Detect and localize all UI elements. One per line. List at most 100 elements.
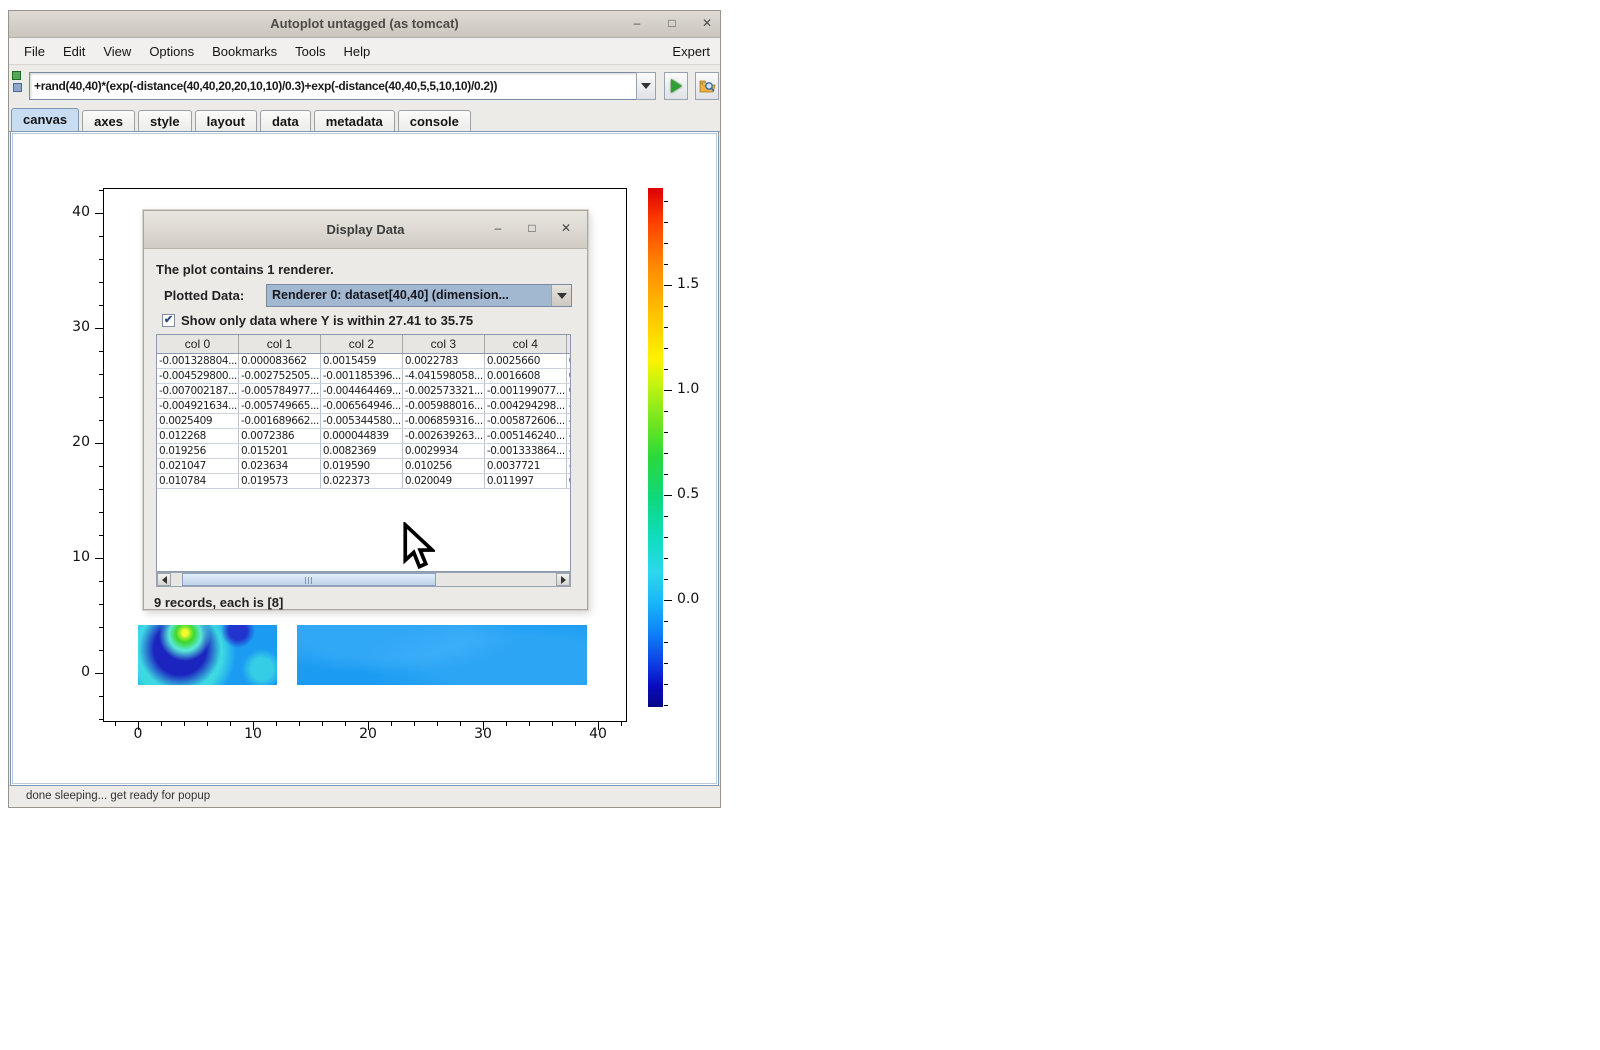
table-header-col-1[interactable]: col 1: [238, 335, 320, 353]
table-cell[interactable]: 0.00: [566, 473, 571, 488]
table-cell[interactable]: 0.0022783: [402, 353, 484, 368]
table-cell[interactable]: 0.00: [566, 368, 571, 383]
table-cell[interactable]: 0.0025409: [157, 413, 238, 428]
table-cell[interactable]: 0.0015459: [320, 353, 402, 368]
table-cell[interactable]: -0.0: [566, 458, 571, 473]
dialog-close-icon[interactable]: ✕: [559, 220, 573, 236]
tab-metadata[interactable]: metadata: [314, 110, 395, 131]
table-cell[interactable]: -0.001333864...: [484, 443, 566, 458]
table-cell[interactable]: -0.006564946...: [320, 398, 402, 413]
tab-layout[interactable]: layout: [195, 110, 257, 131]
table-cell[interactable]: 0.000083662: [238, 353, 320, 368]
uri-dropdown-button[interactable]: [636, 72, 656, 100]
menu-item-tools[interactable]: Tools: [286, 44, 334, 59]
tab-axes[interactable]: axes: [82, 110, 135, 131]
table-cell[interactable]: -0.005344580...: [320, 413, 402, 428]
plotted-data-combobox[interactable]: Renderer 0: dataset[40,40] (dimension...: [266, 284, 572, 307]
window-titlebar[interactable]: Autoplot untagged (as tomcat) – □ ✕: [9, 11, 720, 38]
table-cell[interactable]: 0.000044839: [320, 428, 402, 443]
table-cell[interactable]: -0.004294298...: [484, 398, 566, 413]
table-cell[interactable]: -0.002752505...: [238, 368, 320, 383]
plot-element-icon[interactable]: [12, 71, 21, 80]
table-cell[interactable]: -4.041598058...: [402, 368, 484, 383]
table-cell[interactable]: -0.004921634...: [157, 398, 238, 413]
table-cell[interactable]: -0.001185396...: [320, 368, 402, 383]
table-cell[interactable]: -0.002573321...: [402, 383, 484, 398]
table-cell[interactable]: 0.011997: [484, 473, 566, 488]
table-cell[interactable]: 0.019573: [238, 473, 320, 488]
table-cell[interactable]: -0.0: [566, 398, 571, 413]
table-cell[interactable]: -0.004464469...: [320, 383, 402, 398]
table-cell[interactable]: 0.023634: [238, 458, 320, 473]
table-cell[interactable]: -0.004529800...: [157, 368, 238, 383]
scroll-left-button[interactable]: [157, 573, 171, 586]
combobox-arrow-button[interactable]: [551, 285, 571, 306]
table-header-col-5[interactable]: [566, 335, 571, 353]
x-axis-tick: [414, 722, 415, 726]
tab-console[interactable]: console: [398, 110, 471, 131]
menu-item-file[interactable]: File: [15, 44, 54, 59]
scroll-right-button[interactable]: [556, 573, 570, 586]
scrollbar-track[interactable]: [171, 573, 556, 586]
table-cell[interactable]: -0.001199077...: [484, 383, 566, 398]
table-header-col-4[interactable]: col 4: [484, 335, 566, 353]
uri-input[interactable]: +rand(40,40)*(exp(-distance(40,40,20,20,…: [29, 72, 637, 100]
maximize-icon[interactable]: □: [665, 14, 679, 32]
table-cell[interactable]: 0.0025660: [484, 353, 566, 368]
filter-checkbox[interactable]: ✔: [162, 314, 175, 327]
table-cell[interactable]: -0.007002187...: [157, 383, 238, 398]
table-header-col-0[interactable]: col 0: [157, 335, 238, 353]
data-source-icon[interactable]: [13, 83, 22, 92]
y-axis-tick: [99, 351, 103, 352]
filter-checkbox-label[interactable]: Show only data where Y is within 27.41 t…: [181, 313, 473, 328]
table-cell[interactable]: -0.001689662...: [238, 413, 320, 428]
dialog-maximize-icon[interactable]: □: [525, 220, 539, 236]
table-cell[interactable]: 0.012268: [157, 428, 238, 443]
menu-item-bookmarks[interactable]: Bookmarks: [203, 44, 286, 59]
go-button[interactable]: [664, 72, 688, 100]
inspect-uri-button[interactable]: [695, 72, 719, 100]
table-header-col-3[interactable]: col 3: [402, 335, 484, 353]
menu-item-help[interactable]: Help: [335, 44, 380, 59]
menu-item-options[interactable]: Options: [140, 44, 203, 59]
table-cell[interactable]: -0.0: [566, 428, 571, 443]
tab-data[interactable]: data: [260, 110, 311, 131]
table-cell[interactable]: -0.005784977...: [238, 383, 320, 398]
table-cell[interactable]: 0.00: [566, 383, 571, 398]
tab-style[interactable]: style: [138, 110, 192, 131]
table-cell[interactable]: -0.006859316...: [402, 413, 484, 428]
table-cell[interactable]: -0.002639263...: [402, 428, 484, 443]
table-cell[interactable]: 0.019256: [157, 443, 238, 458]
table-cell[interactable]: 0.0072386: [238, 428, 320, 443]
minimize-icon[interactable]: –: [630, 14, 644, 32]
menu-item-expert[interactable]: Expert: [672, 44, 710, 59]
table-cell[interactable]: -0.005749665...: [238, 398, 320, 413]
menu-item-edit[interactable]: Edit: [54, 44, 94, 59]
dialog-minimize-icon[interactable]: –: [491, 220, 505, 236]
table-cell[interactable]: 0.010784: [157, 473, 238, 488]
scrollbar-thumb[interactable]: [182, 573, 436, 586]
table-cell[interactable]: 0.021047: [157, 458, 238, 473]
horizontal-scrollbar[interactable]: [156, 572, 571, 587]
table-cell[interactable]: 0.010256: [402, 458, 484, 473]
dialog-titlebar[interactable]: Display Data – □ ✕: [144, 211, 587, 249]
table-cell[interactable]: 0.0016608: [484, 368, 566, 383]
menu-item-view[interactable]: View: [94, 44, 140, 59]
table-cell[interactable]: -0.005988016...: [402, 398, 484, 413]
table-cell[interactable]: 0.0082369: [320, 443, 402, 458]
table-cell[interactable]: 0.0037721: [484, 458, 566, 473]
tab-canvas[interactable]: canvas: [11, 108, 79, 131]
table-cell[interactable]: -0.001328804...: [157, 353, 238, 368]
table-cell[interactable]: 0.015201: [238, 443, 320, 458]
table-cell[interactable]: -0.0: [566, 443, 571, 458]
table-cell[interactable]: -0.0: [566, 413, 571, 428]
table-cell[interactable]: 0.022373: [320, 473, 402, 488]
table-cell[interactable]: 0.00: [566, 353, 571, 368]
table-header-col-2[interactable]: col 2: [320, 335, 402, 353]
table-cell[interactable]: 0.020049: [402, 473, 484, 488]
table-cell[interactable]: 0.0029934: [402, 443, 484, 458]
table-cell[interactable]: 0.019590: [320, 458, 402, 473]
table-cell[interactable]: -0.005872606...: [484, 413, 566, 428]
close-icon[interactable]: ✕: [700, 14, 714, 32]
table-cell[interactable]: -0.005146240...: [484, 428, 566, 443]
